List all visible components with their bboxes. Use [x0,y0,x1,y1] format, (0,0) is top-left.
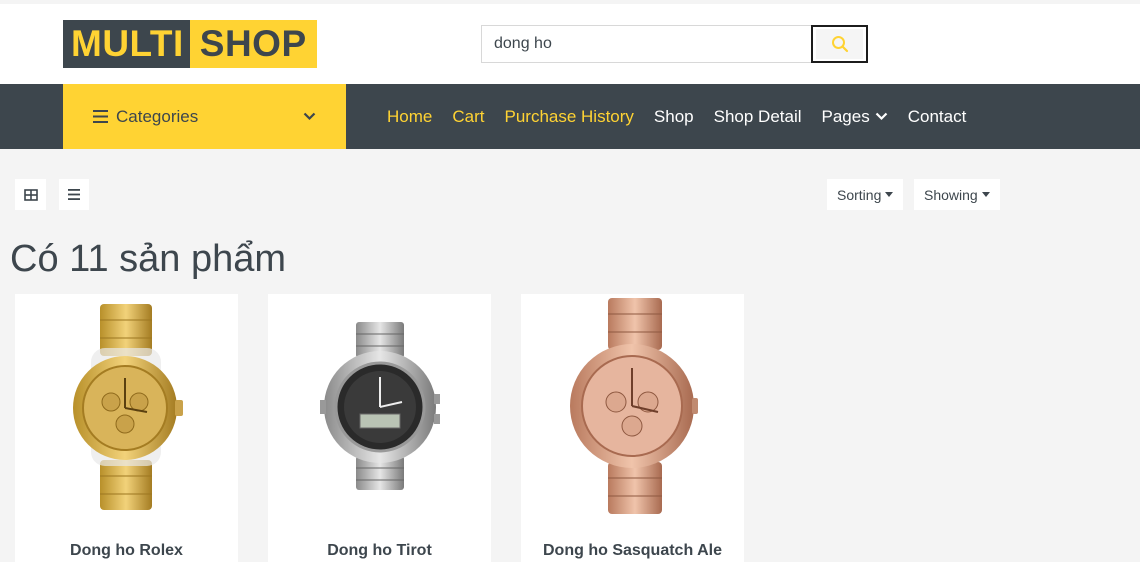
search-icon [831,36,848,53]
nav-shop-detail[interactable]: Shop Detail [714,107,802,127]
sorting-dropdown[interactable]: Sorting [827,179,904,210]
nav-links: Home Cart Purchase History Shop Shop Det… [387,84,986,149]
showing-dropdown[interactable]: Showing [914,179,1000,210]
product-name[interactable]: Dong ho Rolex [15,542,238,560]
bars-icon [93,110,108,123]
search-form [481,25,868,63]
list-view-button[interactable] [59,179,89,210]
grid-icon [23,188,38,201]
list-icon [68,189,80,200]
logo-part-multi: MULTI [63,20,190,68]
product-image[interactable] [268,294,491,519]
nav-shop[interactable]: Shop [654,107,694,127]
caret-down-icon [981,192,990,197]
product-card[interactable]: Dong ho Rolex [15,294,238,562]
results-title: Có 11 sản phẩm [10,238,287,280]
grid-view-button[interactable] [15,179,46,210]
gold-watch-icon [72,303,183,510]
site-logo[interactable]: MULTI SHOP [63,20,317,68]
nav-pages-label: Pages [821,106,870,126]
categories-label: Categories [116,106,199,126]
nav-purchase-history[interactable]: Purchase History [504,107,633,127]
sorting-label: Sorting [837,186,882,203]
product-image[interactable] [15,294,238,519]
product-card[interactable]: Dong ho Tirot [268,294,491,562]
logo-part-shop: SHOP [189,20,317,68]
product-name[interactable]: Dong ho Sasquatch Ale [521,542,744,560]
product-card[interactable]: Dong ho Sasquatch Ale [521,294,744,562]
site-header: MULTI SHOP [0,4,1140,84]
search-input[interactable] [481,25,811,63]
search-button[interactable] [811,25,868,63]
nav-contact[interactable]: Contact [908,107,967,127]
showing-label: Showing [924,186,978,203]
main-navbar: Categories Home Cart Purchase History Sh… [0,84,1140,149]
caret-down-icon [885,192,894,197]
chevron-down-icon [875,112,887,121]
categories-toggle[interactable]: Categories [63,84,346,149]
silver-watch-icon [319,321,440,490]
nav-home[interactable]: Home [387,107,432,127]
product-image[interactable] [521,294,744,519]
chevron-down-icon [303,112,316,121]
nav-pages[interactable]: Pages [822,107,888,127]
nav-cart[interactable]: Cart [452,107,484,127]
rosegold-watch-icon [569,297,698,514]
product-name[interactable]: Dong ho Tirot [268,542,491,560]
